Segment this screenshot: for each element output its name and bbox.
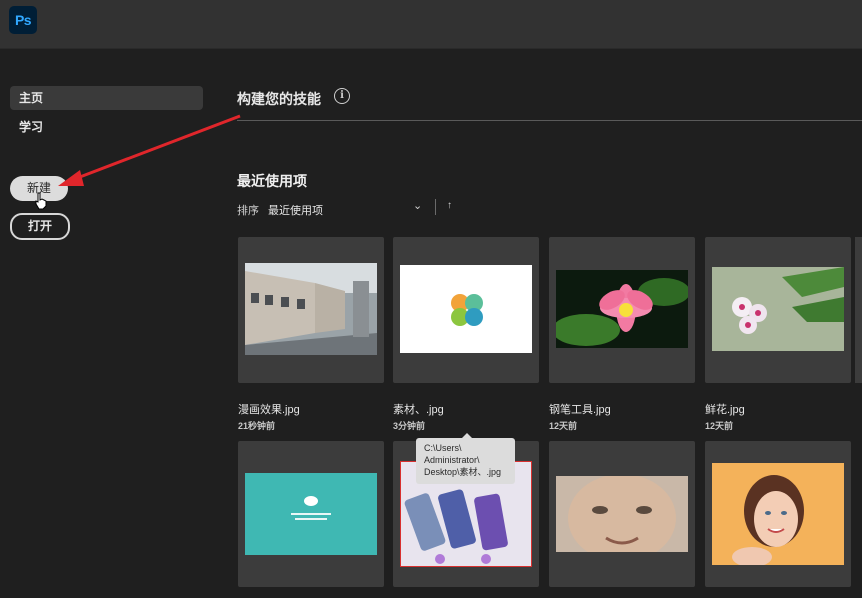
file-name: 钢笔工具.jpg (549, 404, 611, 416)
tooltip-line: Administrator\ (424, 455, 480, 465)
file-path-tooltip: C:\Users\ Administrator\ Desktop\素材、.jpg (416, 433, 515, 484)
recent-title: 最近使用项 (237, 173, 307, 189)
file-date: 12天前 (549, 421, 578, 431)
file-card[interactable] (549, 441, 695, 587)
sort-up-arrow-icon[interactable]: ↑ (447, 200, 452, 211)
thumbnail-lotus (556, 270, 688, 348)
sidebar: 主页 学习 新建 打开 (0, 49, 215, 598)
file-date: 12天前 (705, 421, 734, 431)
file-card[interactable] (705, 237, 851, 383)
file-card[interactable] (705, 441, 851, 587)
thumbnail-flowers (712, 267, 844, 351)
thumbnail-logo (400, 265, 532, 353)
chevron-down-icon[interactable]: ⌄ (413, 199, 422, 212)
file-card[interactable] (238, 237, 384, 383)
skills-title: 构建您的技能 (237, 91, 321, 107)
file-name: 鲜花.jpg (705, 404, 745, 416)
partial-card (855, 237, 862, 383)
file-name: 素材、.jpg (393, 404, 444, 416)
sidebar-item-learn[interactable]: 学习 (10, 115, 203, 139)
info-icon[interactable]: i (334, 88, 350, 104)
photoshop-logo[interactable]: Ps (9, 6, 37, 34)
sort-dropdown[interactable]: 最近使用项 (268, 202, 323, 218)
open-button[interactable]: 打开 (10, 213, 70, 240)
sidebar-item-home[interactable]: 主页 (10, 86, 203, 110)
thumbnail-portrait (712, 463, 844, 565)
file-date: 21秒钟前 (238, 421, 276, 431)
file-card[interactable] (393, 237, 539, 383)
thumbnail-street (245, 263, 377, 355)
section-divider (237, 120, 862, 121)
file-card[interactable] (549, 237, 695, 383)
file-card[interactable] (238, 441, 384, 587)
title-bar: Ps (0, 0, 862, 48)
file-name: 漫画效果.jpg (238, 404, 300, 416)
sort-separator (435, 199, 436, 215)
thumbnail-face-elderly (556, 476, 688, 552)
tooltip-line: C:\Users\ (424, 443, 462, 453)
file-date: 3分钟前 (393, 421, 426, 431)
tooltip-line: Desktop\素材、.jpg (424, 467, 502, 477)
thumbnail-teal-slide (245, 473, 377, 555)
tooltip-caret (462, 433, 472, 438)
hand-pointer-icon (35, 192, 47, 210)
sort-label: 排序 (237, 205, 259, 217)
